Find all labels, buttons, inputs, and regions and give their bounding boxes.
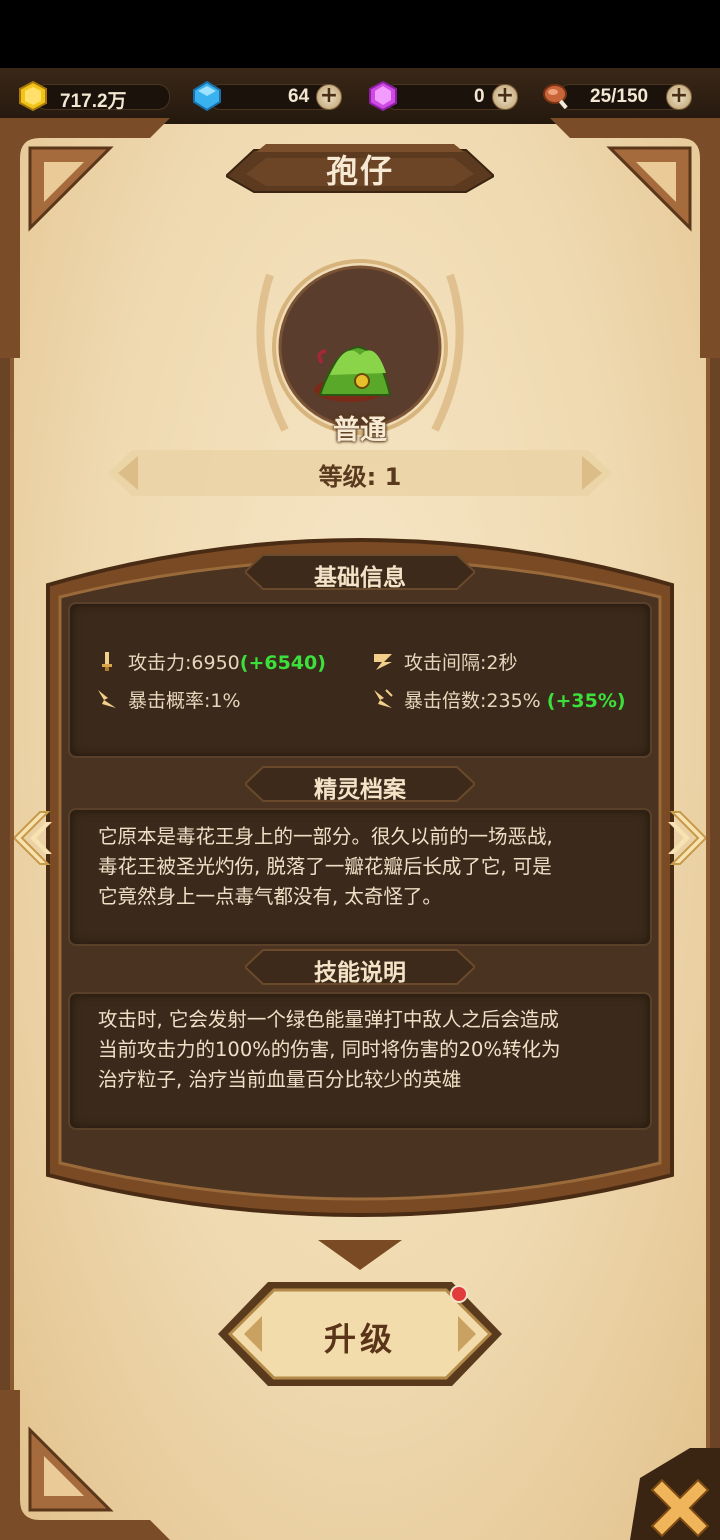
profile-line: 毒花王被圣光灼伤, 脱落了一瓣花瓣后长成了它, 可是 bbox=[98, 855, 552, 878]
next-arrow-icon[interactable] bbox=[666, 808, 706, 868]
prev-arrow-icon[interactable] bbox=[14, 808, 54, 868]
resource-crystal: 0 + bbox=[368, 81, 520, 111]
ornament-top-right bbox=[550, 118, 720, 358]
resource-gold: 717.2万 bbox=[18, 81, 170, 112]
skill-line: 攻击时, 它会发射一个绿色能量弹打中敌人之后会造成 bbox=[98, 1008, 559, 1031]
skill-header: 技能说明 bbox=[314, 960, 406, 986]
crit-rate-label: 暴击概率: bbox=[128, 690, 211, 712]
ornament-bottom-left bbox=[0, 1390, 170, 1540]
crit-rate-value: 1% bbox=[210, 690, 241, 712]
diamond-value: 64 bbox=[288, 86, 310, 107]
crit-mult-bonus: (+35%) bbox=[546, 690, 626, 712]
ornament-top-left bbox=[0, 118, 170, 358]
interval-label: 攻击间隔: bbox=[404, 652, 487, 674]
rarity-label: 普通 bbox=[333, 415, 387, 446]
spirit-name-title: 孢仔 bbox=[325, 152, 394, 190]
attack-label: 攻击力: bbox=[128, 652, 192, 674]
speed-icon bbox=[374, 654, 392, 670]
attack-bonus: (+6540) bbox=[239, 652, 326, 674]
skill-line: 治疗粒子, 治疗当前血量百分比较少的英雄 bbox=[98, 1068, 462, 1091]
meat-icon bbox=[543, 84, 568, 110]
crit-mult-value: 235% bbox=[486, 690, 541, 712]
resource-diamond: 64 + bbox=[192, 81, 344, 111]
notification-dot bbox=[450, 1285, 468, 1303]
diamond-icon bbox=[193, 81, 221, 111]
skill-line: 当前攻击力的100%的伤害, 同时将伤害的20%转化为 bbox=[98, 1038, 561, 1061]
profile-header: 精灵档案 bbox=[314, 777, 406, 803]
crit-mult-icon bbox=[374, 689, 393, 708]
diamond-add-button[interactable]: + bbox=[316, 84, 342, 110]
basic-info-box bbox=[68, 602, 652, 758]
stamina-add-button[interactable]: + bbox=[666, 84, 692, 110]
close-icon[interactable] bbox=[630, 1448, 720, 1540]
crit-rate-icon bbox=[98, 690, 116, 708]
skill-text: 攻击时, 它会发射一个绿色能量弹打中敌人之后会造成 当前攻击力的100%的伤害,… bbox=[98, 1005, 638, 1095]
crystal-icon bbox=[369, 81, 397, 111]
upgrade-label: 升级 bbox=[323, 1320, 396, 1358]
crystal-value: 0 bbox=[474, 86, 485, 107]
basic-info-header: 基础信息 bbox=[314, 565, 406, 591]
attack-value: 6950 bbox=[191, 652, 240, 674]
resource-stamina: 25/150 + bbox=[542, 81, 694, 111]
crit-mult-label: 暴击倍数: bbox=[404, 690, 487, 712]
sword-icon bbox=[102, 652, 112, 671]
interval-value: 2秒 bbox=[486, 652, 518, 674]
level-label: 等级: 1 bbox=[318, 463, 402, 491]
stamina-value: 25/150 bbox=[590, 86, 649, 107]
gold-value: 717.2万 bbox=[60, 91, 127, 112]
profile-text: 它原本是毒花王身上的一部分。很久以前的一场恶战, 毒花王被圣光灼伤, 脱落了一瓣… bbox=[98, 822, 638, 912]
gold-icon bbox=[19, 81, 47, 111]
status-bar bbox=[0, 0, 720, 68]
profile-line: 它原本是毒花王身上的一部分。很久以前的一场恶战, bbox=[98, 825, 553, 848]
crystal-add-button[interactable]: + bbox=[492, 84, 518, 110]
profile-line: 它竟然身上一点毒气都没有, 太奇怪了。 bbox=[98, 885, 442, 908]
